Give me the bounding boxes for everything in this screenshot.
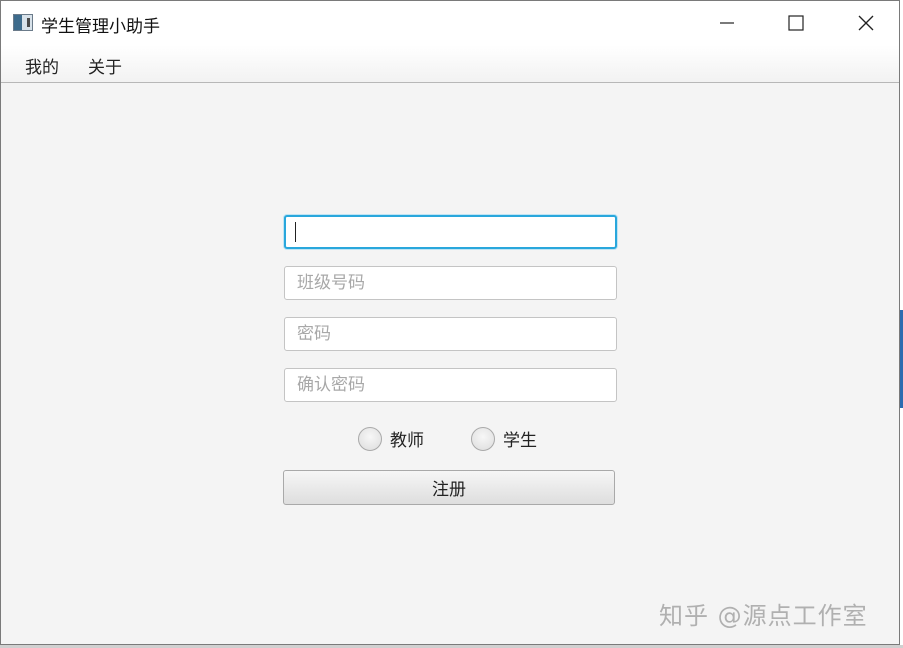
minimize-button[interactable] (704, 1, 750, 45)
radio-circle-icon[interactable] (471, 426, 495, 451)
confirm-password-input[interactable] (284, 368, 617, 402)
role-radio-teacher[interactable]: 教师 (358, 426, 424, 451)
radio-circle-icon[interactable] (358, 426, 382, 451)
role-radio-student[interactable]: 学生 (471, 426, 537, 451)
name-input[interactable] (284, 215, 617, 249)
title-bar[interactable]: 学生管理小助手 (1, 1, 899, 45)
role-label-teacher: 教师 (390, 431, 424, 451)
menu-bar: 我的 关于 (1, 45, 899, 83)
menu-item-mine[interactable]: 我的 (25, 53, 59, 78)
password-input[interactable] (284, 317, 617, 351)
class-number-input[interactable] (284, 266, 617, 300)
role-label-student: 学生 (503, 431, 537, 451)
app-window-icon (13, 14, 33, 31)
app-window: 学生管理小助手 我的 关于 教师 学生 注册 知乎 @源点工作室 (0, 0, 900, 645)
close-button[interactable] (843, 1, 889, 45)
minimize-icon (720, 22, 734, 24)
register-button[interactable]: 注册 (283, 470, 615, 505)
text-caret (295, 222, 296, 242)
maximize-icon (788, 15, 804, 31)
menu-item-about[interactable]: 关于 (88, 53, 122, 78)
watermark: 知乎 @源点工作室 (659, 602, 868, 630)
window-title: 学生管理小助手 (41, 17, 160, 37)
close-icon (858, 15, 874, 31)
maximize-button[interactable] (773, 1, 819, 45)
